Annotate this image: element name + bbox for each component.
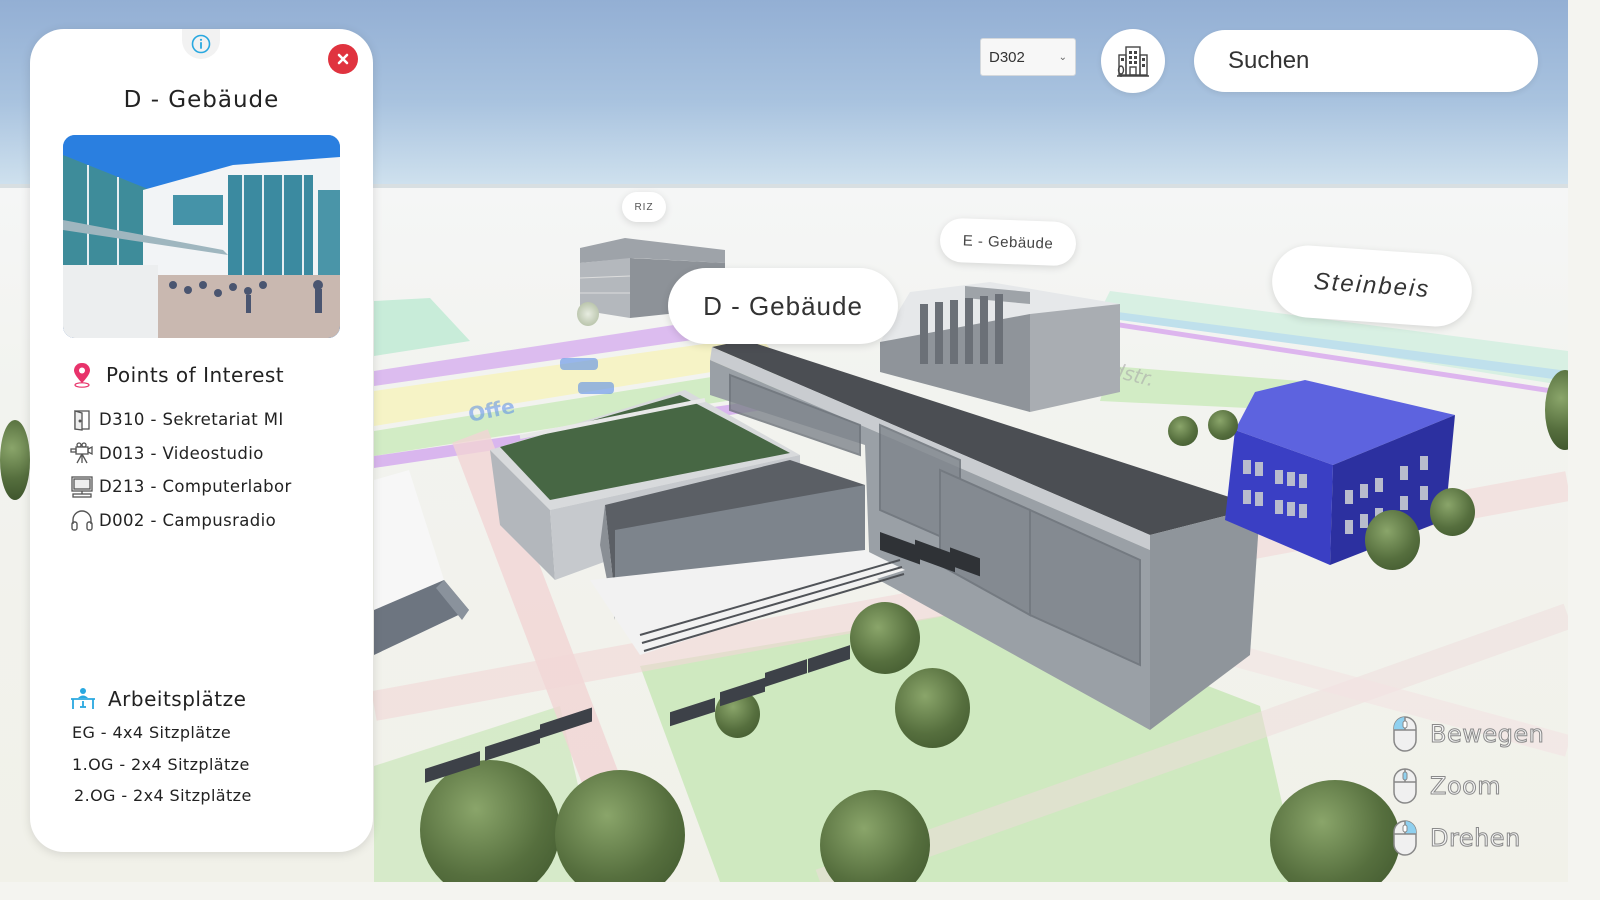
- control-rotate-label: Drehen: [1430, 824, 1521, 853]
- workspace-item: 1.OG - 2x4 Sitzplätze: [72, 754, 250, 774]
- building-icon: [1117, 46, 1149, 77]
- mouse-scroll-icon: [1393, 768, 1417, 804]
- close-icon: [337, 53, 349, 65]
- tree: [1430, 488, 1475, 536]
- control-move-label: Bewegen: [1429, 720, 1545, 749]
- panel-title: D - Gebäude: [123, 87, 280, 113]
- building-photo-illustration: [63, 135, 340, 338]
- room-select-value: D302: [989, 48, 1025, 66]
- control-zoom: Zoom: [1392, 760, 1544, 812]
- poi-item-label: D002 - Campusradio: [99, 510, 277, 530]
- poi-heading: Points of Interest: [72, 362, 284, 388]
- door-icon: [74, 409, 90, 431]
- search-input[interactable]: [1194, 30, 1538, 92]
- poi-item[interactable]: D013 - Videostudio: [70, 437, 292, 471]
- poi-item-label: D013 - Videostudio: [99, 443, 264, 463]
- mouse-controls-legend: Bewegen Zoom Drehen: [1392, 708, 1544, 864]
- tree: [1208, 410, 1238, 440]
- computer-icon: [71, 476, 93, 498]
- d-building: [490, 340, 1260, 730]
- map-label-steinbeis[interactable]: Steinbeis: [1269, 243, 1475, 329]
- control-rotate: Drehen: [1392, 812, 1544, 864]
- map-pin-icon: [74, 363, 90, 388]
- workspaces-heading-label: Arbeitsplätze: [108, 687, 247, 711]
- building-photo: [63, 135, 340, 338]
- tree: [850, 602, 920, 674]
- tree: [1365, 510, 1420, 570]
- left-building: [374, 470, 469, 655]
- control-move: Bewegen: [1392, 708, 1544, 760]
- map-label-e-building[interactable]: E - Gebäude: [939, 217, 1077, 267]
- lawn-top-left: [374, 298, 470, 356]
- tree: [1168, 416, 1198, 446]
- building-list-button[interactable]: [1101, 29, 1165, 93]
- poi-item[interactable]: D310 - Sekretariat MI: [70, 403, 292, 437]
- close-button[interactable]: [328, 44, 358, 74]
- poi-item-label: D310 - Sekretariat MI: [99, 410, 284, 430]
- chevron-down-icon: ⌄: [1058, 51, 1067, 63]
- poi-item[interactable]: D213 - Computerlabor: [70, 470, 292, 504]
- workspace-list: EG - 4x4 Sitzplätze 1.OG - 2x4 Sitzplätz…: [72, 717, 252, 812]
- workspaces-heading: Arbeitsplätze: [70, 687, 246, 711]
- map-label-d-building[interactable]: D - Gebäude: [668, 268, 898, 344]
- map-label-riz[interactable]: RIZ: [622, 192, 666, 222]
- desk-icon: [71, 688, 95, 709]
- poi-item[interactable]: D002 - Campusradio: [70, 504, 292, 538]
- poi-list: D310 - Sekretariat MI D013 - Videostudio…: [70, 403, 292, 537]
- room-select[interactable]: D302 ⌄: [980, 38, 1076, 76]
- info-icon: [191, 34, 211, 54]
- tree: [577, 302, 599, 326]
- video-camera-icon: [70, 442, 93, 464]
- mouse-right-click-icon: [1393, 820, 1417, 856]
- poi-heading-label: Points of Interest: [106, 363, 285, 387]
- mouse-left-click-icon: [1393, 716, 1417, 752]
- tree: [0, 420, 30, 500]
- workspace-item: EG - 4x4 Sitzplätze: [72, 723, 232, 743]
- control-zoom-label: Zoom: [1429, 772, 1502, 801]
- workspace-item: 2.OG - 2x4 Sitzplätze: [74, 786, 252, 806]
- tree: [895, 668, 970, 748]
- headphones-icon: [71, 510, 93, 531]
- building-info-panel: D - Gebäude Points of Interest D310 - Se…: [30, 29, 373, 852]
- poi-item-label: D213 - Computerlabor: [99, 477, 292, 497]
- steinbeis-building: [1225, 380, 1455, 565]
- info-tab[interactable]: [182, 29, 220, 59]
